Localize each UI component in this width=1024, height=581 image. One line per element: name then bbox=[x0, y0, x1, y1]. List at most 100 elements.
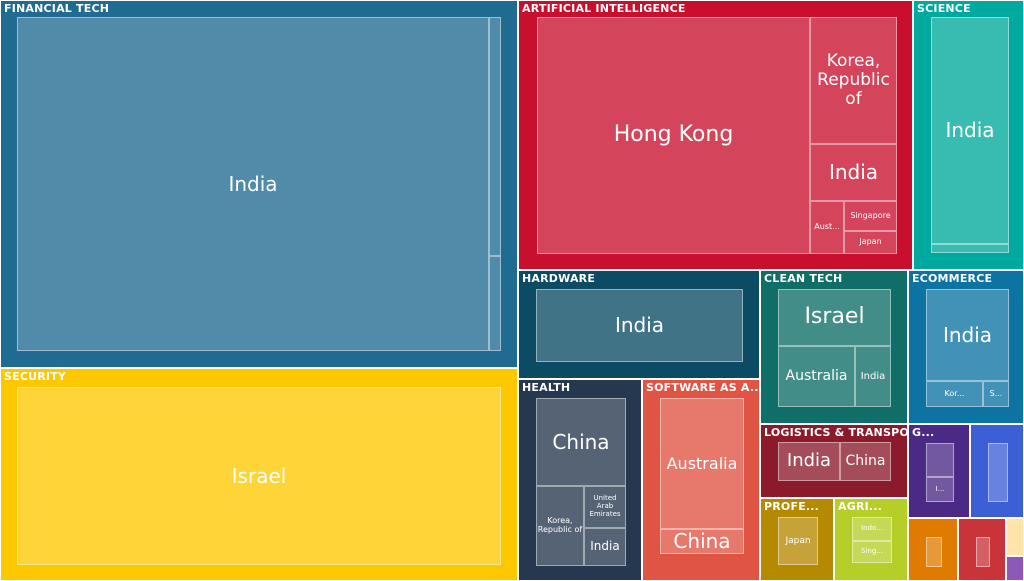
country-cell-other[interactable] bbox=[926, 537, 942, 567]
sector-title: ARTIFICIAL INTELLIGENCE bbox=[522, 2, 686, 15]
country-cell-india[interactable]: India bbox=[810, 144, 897, 201]
sector-tile-clean-tech[interactable]: CLEAN TECH Israel Australia India bbox=[760, 270, 908, 424]
country-cell-israel[interactable]: Israel bbox=[17, 387, 501, 565]
country-cell-other[interactable] bbox=[489, 256, 501, 351]
country-cell-india[interactable]: India bbox=[17, 17, 489, 351]
country-label: Aust... bbox=[814, 222, 840, 232]
country-cell-korea-republic-of[interactable]: Korea, Republic of bbox=[810, 17, 897, 144]
sector-title: LOGISTICS & TRANSPOR... bbox=[764, 426, 908, 439]
country-label: China bbox=[552, 429, 610, 454]
country-cell-india[interactable]: India bbox=[926, 289, 1009, 381]
country-cell-japan[interactable]: Japan bbox=[778, 517, 818, 565]
sector-title: G... bbox=[912, 426, 935, 439]
country-cell-united-arab-emirates[interactable]: United Arab Emirates bbox=[584, 486, 626, 528]
sector-tile-software-as-a[interactable]: SOFTWARE AS A... Australia China bbox=[642, 379, 760, 581]
sector-tile-agri[interactable]: AGRI... Indo... Sing... bbox=[834, 498, 908, 581]
sector-inner-area bbox=[976, 537, 990, 567]
country-cell-china[interactable]: China bbox=[660, 529, 744, 554]
sector-inner-area: Israel bbox=[17, 387, 501, 565]
sector-tile-artificial-intelligence[interactable]: ARTIFICIAL INTELLIGENCE Hong Kong Korea, R… bbox=[518, 0, 913, 270]
country-label: China bbox=[673, 529, 731, 554]
country-cell-india[interactable]: India bbox=[778, 442, 840, 481]
sector-title: HARDWARE bbox=[522, 272, 596, 285]
country-cell-korea-republic-of[interactable]: Korea, Republic of bbox=[536, 486, 584, 566]
sector-tile-extra-13[interactable] bbox=[970, 424, 1024, 518]
country-cell-australia[interactable]: Australia bbox=[778, 346, 855, 407]
country-cell-kor[interactable]: Kor... bbox=[926, 381, 983, 407]
country-label: Australia bbox=[785, 367, 848, 384]
country-label: Indo... bbox=[861, 524, 883, 533]
country-label: S... bbox=[989, 388, 1003, 398]
country-label: Singapore bbox=[850, 210, 891, 220]
sector-inner-area: Japan bbox=[778, 517, 818, 565]
sector-tile-science[interactable]: SCIENCE India bbox=[913, 0, 1024, 270]
country-cell-australia[interactable]: Australia bbox=[660, 398, 744, 529]
sector-tile-g[interactable]: G... I... bbox=[908, 424, 970, 518]
sector-inner-area: China Korea, Republic of United Arab Emira… bbox=[536, 398, 626, 566]
country-cell-sing[interactable]: Sing... bbox=[852, 541, 892, 563]
sector-title: HEALTH bbox=[522, 381, 571, 394]
sector-tile-extra-14[interactable] bbox=[908, 518, 958, 581]
country-cell-india[interactable]: India bbox=[931, 17, 1009, 244]
sector-tile-profe[interactable]: PROFE... Japan bbox=[760, 498, 834, 581]
country-cell-india[interactable]: India bbox=[536, 289, 743, 362]
country-label: India bbox=[942, 322, 993, 347]
sector-tile-logistics-transpor[interactable]: LOGISTICS & TRANSPOR... India China bbox=[760, 424, 908, 498]
treemap-chart: FINANCIAL TECH India SECURITY Israel ARTIFIC… bbox=[0, 0, 1024, 581]
country-cell-indo[interactable]: Indo... bbox=[852, 517, 892, 541]
country-cell-other[interactable] bbox=[988, 443, 1008, 502]
sector-inner-area: Hong Kong Korea, Republic of India Aust... S… bbox=[537, 17, 897, 254]
country-cell-hong-kong[interactable]: Hong Kong bbox=[537, 17, 810, 254]
sector-title: SCIENCE bbox=[917, 2, 971, 15]
country-cell-india[interactable]: India bbox=[855, 346, 891, 407]
country-cell-other[interactable] bbox=[931, 244, 1009, 253]
sector-inner-area: India bbox=[17, 17, 501, 351]
country-label: Japan bbox=[785, 535, 811, 546]
sector-title: SOFTWARE AS A... bbox=[646, 381, 760, 394]
sector-tile-extra-16[interactable] bbox=[1006, 518, 1024, 556]
sector-tile-financial-tech[interactable]: FINANCIAL TECH India bbox=[0, 0, 518, 368]
country-label: Australia bbox=[666, 453, 738, 473]
sector-inner-area: India Kor... S... bbox=[926, 289, 1009, 407]
country-cell-japan[interactable]: Japan bbox=[844, 231, 897, 254]
sector-inner-area bbox=[926, 537, 942, 567]
country-cell-other[interactable] bbox=[976, 537, 990, 567]
country-label: India bbox=[945, 118, 995, 143]
sector-tile-extra-15[interactable] bbox=[958, 518, 1006, 581]
country-label: United Arab Emirates bbox=[589, 494, 621, 518]
country-label: Israel bbox=[231, 463, 287, 488]
country-label: Korea, Republic of bbox=[817, 50, 890, 110]
country-label: India bbox=[614, 313, 665, 338]
sector-tile-security[interactable]: SECURITY Israel bbox=[0, 368, 518, 581]
country-cell-israel[interactable]: Israel bbox=[778, 289, 891, 346]
country-cell-singapore[interactable]: Singapore bbox=[844, 201, 897, 231]
sector-title: SECURITY bbox=[4, 370, 67, 383]
sector-tile-extra-17[interactable] bbox=[1006, 556, 1024, 581]
sector-inner-area: India bbox=[536, 289, 743, 362]
country-cell-aust[interactable]: Aust... bbox=[810, 201, 844, 254]
country-label: China bbox=[845, 452, 886, 469]
sector-inner-area: Australia China bbox=[660, 398, 744, 554]
country-cell-s[interactable]: S... bbox=[983, 381, 1009, 407]
country-cell-other[interactable] bbox=[489, 17, 501, 256]
sector-title: PROFE... bbox=[764, 500, 820, 513]
country-cell-other[interactable] bbox=[926, 443, 954, 477]
country-cell-china[interactable]: China bbox=[840, 442, 891, 481]
country-label: Korea, Republic of bbox=[537, 516, 583, 534]
country-label: India bbox=[828, 160, 879, 185]
sector-title: AGRI... bbox=[838, 500, 883, 513]
country-cell-india[interactable]: India bbox=[584, 528, 626, 566]
sector-title: FINANCIAL TECH bbox=[4, 2, 110, 15]
sector-tile-ecommerce[interactable]: ECOMMERCE India Kor... S... bbox=[908, 270, 1024, 424]
sector-inner-area: India China bbox=[778, 442, 891, 481]
country-label: Japan bbox=[859, 237, 882, 247]
sector-tile-hardware[interactable]: HARDWARE India bbox=[518, 270, 760, 379]
sector-title: ECOMMERCE bbox=[912, 272, 993, 285]
sector-inner-area: Indo... Sing... bbox=[852, 517, 892, 563]
country-cell-i[interactable]: I... bbox=[926, 477, 954, 502]
country-cell-china[interactable]: China bbox=[536, 398, 626, 486]
sector-tile-health[interactable]: HEALTH China Korea, Republic of United Arab… bbox=[518, 379, 642, 581]
country-label: Sing... bbox=[861, 547, 883, 556]
country-label: Kor... bbox=[944, 388, 965, 398]
country-label: I... bbox=[935, 484, 945, 493]
